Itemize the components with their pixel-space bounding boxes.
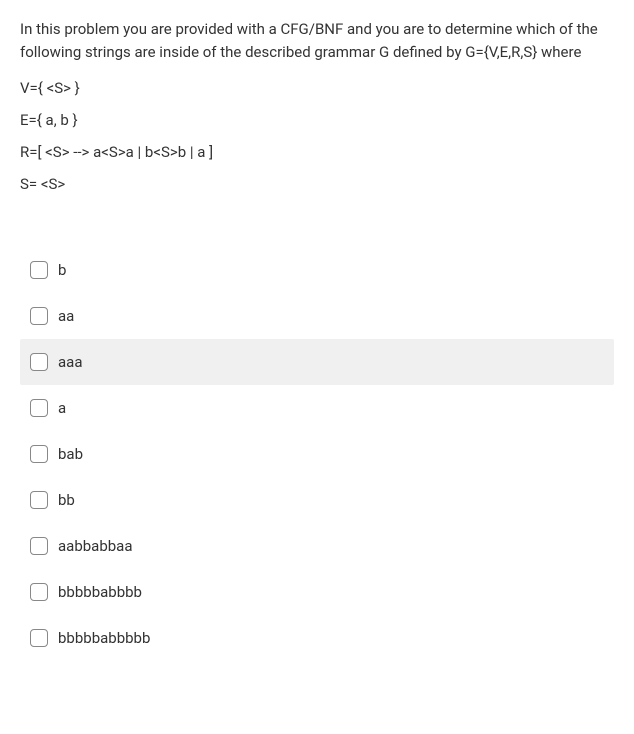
option-label: bbbbbabbbbb	[58, 629, 150, 647]
grammar-r: R=[ <S> --> a<S>a | b<S>b | a ]	[20, 143, 614, 161]
option-checkbox[interactable]	[30, 307, 48, 325]
option-checkbox[interactable]	[30, 491, 48, 509]
option-label: bab	[58, 445, 83, 463]
option-label: bb	[58, 491, 75, 509]
question-intro: In this problem you are provided with a …	[20, 18, 614, 63]
option-checkbox[interactable]	[30, 583, 48, 601]
option-row: bbbbbabbbbb	[20, 615, 614, 661]
option-checkbox[interactable]	[30, 261, 48, 279]
option-label: aabbabbaa	[58, 537, 133, 555]
option-checkbox[interactable]	[30, 353, 48, 371]
grammar-v: V={ <S> }	[20, 79, 614, 97]
spacer	[20, 207, 614, 247]
option-label: bbbbbabbbb	[58, 583, 142, 601]
option-checkbox[interactable]	[30, 399, 48, 417]
option-row: aabbabbaa	[20, 523, 614, 569]
option-label: aa	[58, 307, 74, 325]
option-label: aaa	[58, 353, 82, 371]
option-checkbox[interactable]	[30, 629, 48, 647]
option-row: a	[20, 385, 614, 431]
option-row: bbbbbabbbb	[20, 569, 614, 615]
option-row: aaa	[20, 339, 614, 385]
grammar-e: E={ a, b }	[20, 111, 614, 129]
option-label: a	[58, 399, 66, 417]
grammar-s: S= <S>	[20, 175, 614, 193]
option-row: bab	[20, 431, 614, 477]
option-row: aa	[20, 293, 614, 339]
option-label: b	[58, 261, 66, 279]
options-list: b aa aaa a bab bb aabbabbaa bbbbbabbbb b…	[20, 247, 614, 661]
option-row: bb	[20, 477, 614, 523]
option-checkbox[interactable]	[30, 537, 48, 555]
option-checkbox[interactable]	[30, 445, 48, 463]
option-row: b	[20, 247, 614, 293]
